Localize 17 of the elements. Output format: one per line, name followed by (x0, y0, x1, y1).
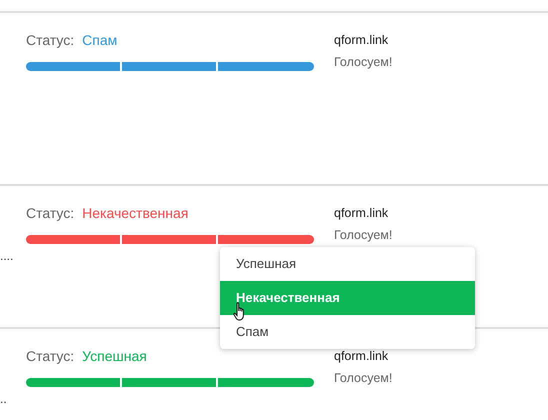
site-name: qform.link (334, 32, 390, 49)
site-name: qform.link (334, 348, 390, 365)
message-text: Голосуем! (334, 55, 392, 69)
status-value[interactable]: Успешная (82, 348, 147, 364)
status-label: Статус: (26, 348, 74, 364)
status-label: Статус: (26, 205, 74, 221)
status-label: Статус: (26, 32, 74, 48)
dropdown-option[interactable]: Спам (220, 315, 475, 349)
site-name: qform.link (334, 205, 390, 222)
status-value[interactable]: Спам (82, 32, 118, 48)
message-text: Голосуем! (334, 371, 392, 385)
dropdown-option[interactable]: Некачественная (220, 281, 475, 315)
truncated-text: .. (0, 393, 8, 405)
dropdown-option[interactable]: Успешная (220, 247, 475, 281)
status-value[interactable]: Некачественная (82, 205, 188, 221)
message-text: Голосуем! (334, 228, 392, 242)
truncated-text: .... (0, 250, 14, 262)
